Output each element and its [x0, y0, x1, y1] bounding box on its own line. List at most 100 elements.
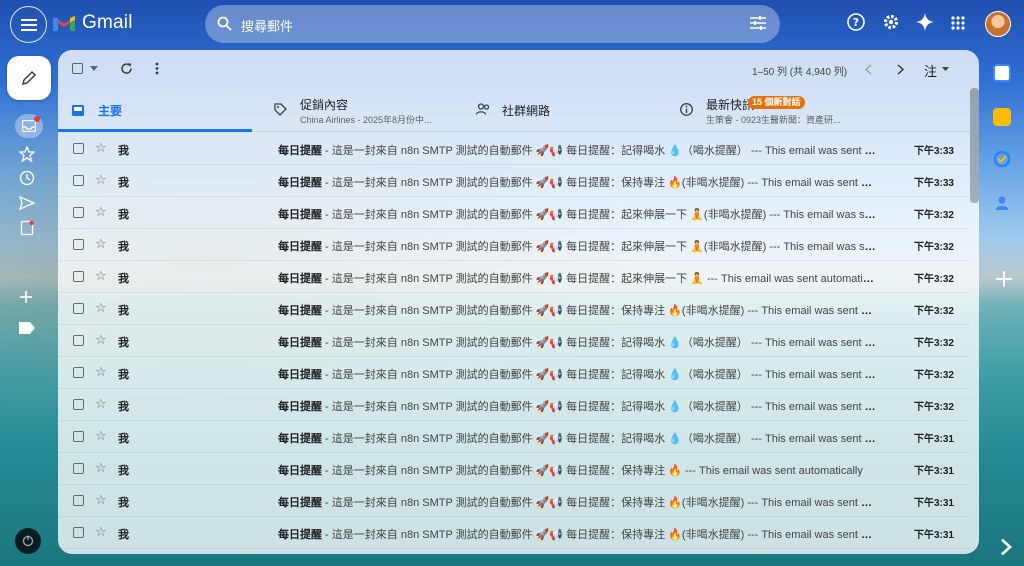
email-row[interactable]: ☆ 我 每日提醒 - 這是一封來自 n8n SMTP 測試的自動郵件 🚀📢 每日提醒… — [58, 293, 970, 325]
star-icon[interactable]: ☆ — [95, 205, 107, 219]
email-sender: 我 — [118, 529, 129, 541]
email-subject: 每日提醒 - 這是一封來自 n8n SMTP 測試的自動郵件 🚀📢 每日提醒：記… — [278, 142, 878, 158]
row-checkbox[interactable] — [73, 143, 84, 154]
select-dropdown-chevron-icon[interactable] — [90, 66, 98, 71]
star-icon[interactable]: ☆ — [95, 269, 107, 283]
email-row[interactable]: ☆ 我 每日提醒 - 這是一封來自 n8n SMTP 測試的自動郵件 🚀📢 每日提醒… — [58, 165, 970, 197]
input-tools-chevron-icon[interactable] — [942, 67, 949, 71]
input-tools-button[interactable]: 注 — [924, 61, 937, 80]
star-icon[interactable]: ☆ — [95, 173, 107, 187]
email-row[interactable]: ☆ 我 每日提醒 - 這是一封來自 n8n SMTP 測試的自動郵件 🚀📢 每日提醒… — [58, 389, 970, 421]
row-checkbox[interactable] — [73, 495, 84, 506]
star-icon[interactable]: ☆ — [95, 397, 107, 411]
email-subject-text: 每日提醒 — [278, 337, 322, 349]
email-row[interactable]: ☆ 我 每日提醒 - 這是一封來自 n8n SMTP 測試的自動郵件 🚀📢 每日提醒… — [58, 485, 970, 517]
compose-button[interactable] — [7, 56, 51, 100]
star-icon[interactable]: ☆ — [95, 237, 107, 251]
list-scrollbar[interactable] — [970, 88, 979, 203]
email-snippet: - 這是一封來自 n8n SMTP 測試的自動郵件 🚀📢 每日提醒：記得喝水 💧… — [322, 337, 878, 349]
tab-primary[interactable]: 主要 — [58, 90, 252, 132]
add-app-plus-icon[interactable] — [995, 270, 1013, 288]
star-icon[interactable]: ☆ — [95, 461, 107, 475]
meet-status-button[interactable] — [15, 528, 41, 554]
prev-page-chevron-icon[interactable] — [865, 64, 872, 75]
info-icon — [680, 103, 693, 116]
main-menu-button[interactable] — [10, 6, 47, 43]
email-subject: 每日提醒 - 這是一封來自 n8n SMTP 測試的自動郵件 🚀📢 每日提醒：保… — [278, 494, 878, 510]
row-checkbox[interactable] — [73, 335, 84, 346]
help-icon[interactable]: ? — [847, 13, 865, 31]
apps-grid-icon[interactable] — [951, 16, 965, 30]
keep-app-icon[interactable] — [993, 108, 1011, 126]
email-subject: 每日提醒 - 這是一封來自 n8n SMTP 測試的自動郵件 🚀📢 每日提醒：保… — [278, 302, 878, 318]
row-checkbox[interactable] — [73, 303, 84, 314]
account-avatar[interactable] — [985, 11, 1011, 37]
email-snippet: - 這是一封來自 n8n SMTP 測試的自動郵件 🚀📢 每日提醒：起來伸展一下… — [325, 209, 878, 221]
email-row[interactable]: ☆ 我 每日提醒 - 這是一封來自 n8n SMTP 測試的自動郵件 🚀📢 每日提醒… — [58, 421, 970, 453]
more-options-icon[interactable] — [155, 62, 159, 75]
email-time: 下午3:32 — [913, 210, 954, 221]
row-checkbox[interactable] — [73, 463, 84, 474]
email-subject-text: 每日提醒 — [278, 273, 322, 285]
email-row[interactable]: ☆ 我 每日提醒 - 這是一封來自 n8n SMTP 測試的自動郵件 🚀📢 每日提醒… — [58, 197, 970, 229]
email-sender: 我 — [118, 305, 129, 317]
people-icon — [476, 103, 490, 115]
next-page-chevron-icon[interactable] — [897, 64, 904, 75]
snoozed-clock-icon[interactable] — [19, 170, 35, 186]
row-checkbox[interactable] — [73, 367, 84, 378]
star-icon[interactable]: ☆ — [95, 429, 107, 443]
email-row[interactable]: ☆ 我 每日提醒 - 這是一封來自 n8n SMTP 測試的自動郵件 🚀📢 每日提醒… — [58, 133, 970, 165]
star-icon[interactable]: ☆ — [95, 525, 107, 539]
email-row[interactable]: ☆ 我 每日提醒 - 這是一封來自 n8n SMTP 測試的自動郵件 🚀📢 每日提醒… — [58, 357, 970, 389]
expand-panel-chevron-icon[interactable] — [997, 538, 1015, 556]
tab-social[interactable]: 社群網路 — [462, 90, 662, 132]
email-subject: 每日提醒 - 這是一封來自 n8n SMTP 測試的自動郵件 🚀📢 每日提醒：記… — [278, 334, 878, 350]
star-icon[interactable]: ☆ — [95, 493, 107, 507]
gmail-logo[interactable]: Gmail — [52, 12, 133, 34]
row-checkbox[interactable] — [73, 271, 84, 282]
row-checkbox[interactable] — [73, 207, 84, 218]
calendar-app-icon[interactable] — [993, 64, 1011, 82]
email-row[interactable]: ☆ 我 每日提醒 - 這是一封來自 n8n SMTP 測試的自動郵件 🚀📢 每日提醒… — [58, 229, 970, 261]
sent-icon[interactable] — [19, 195, 35, 211]
row-checkbox[interactable] — [73, 527, 84, 538]
email-subject: 每日提醒 - 這是一封來自 n8n SMTP 測試的自動郵件 🚀📢 每日提醒：保… — [278, 462, 878, 478]
star-icon[interactable]: ☆ — [95, 333, 107, 347]
email-sender: 我 — [118, 465, 129, 477]
email-snippet: - 這是一封來自 n8n SMTP 測試的自動郵件 🚀📢 每日提醒：保持專注 🔥… — [322, 465, 863, 477]
gemini-sparkle-icon[interactable] — [916, 13, 934, 31]
email-subject-text: 每日提醒 — [278, 177, 322, 189]
more-labels-plus-icon[interactable] — [19, 290, 33, 304]
refresh-icon[interactable] — [120, 62, 133, 75]
row-checkbox[interactable] — [73, 431, 84, 442]
email-row[interactable]: ☆ 我 每日提醒 - 這是一封來自 n8n SMTP 測試的自動郵件 🚀📢 每日提醒… — [58, 261, 970, 293]
search-input[interactable]: 搜尋郵件 — [241, 16, 293, 35]
search-options-icon[interactable] — [750, 16, 766, 30]
star-icon[interactable]: ☆ — [95, 141, 107, 155]
search-bar[interactable]: 搜尋郵件 — [205, 5, 780, 43]
row-checkbox[interactable] — [73, 399, 84, 410]
drafts-icon[interactable] — [19, 220, 35, 236]
search-icon[interactable] — [217, 16, 232, 31]
row-checkbox[interactable] — [73, 239, 84, 250]
tasks-app-icon[interactable] — [993, 150, 1011, 168]
row-checkbox[interactable] — [73, 175, 84, 186]
email-time: 下午3:33 — [913, 146, 954, 157]
tab-updates[interactable]: 最新快訊 15 個新對話 生策會 - 0923生醫新聞：資產研... — [666, 90, 906, 132]
email-row[interactable]: ☆ 我 每日提醒 - 這是一封來自 n8n SMTP 測試的自動郵件 🚀📢 每日提醒… — [58, 453, 970, 485]
email-row[interactable]: ☆ 我 每日提醒 - 這是一封來自 n8n SMTP 測試的自動郵件 🚀📢 每日提醒… — [58, 517, 970, 549]
email-subject-text: 每日提醒 — [278, 465, 322, 477]
select-all-checkbox[interactable] — [72, 63, 83, 74]
label-tag-icon[interactable] — [19, 322, 35, 334]
tab-promotions[interactable]: 促銷內容 China Airlines - 2025年8月份中... — [260, 90, 460, 132]
email-subject-text: 每日提醒 — [278, 369, 322, 381]
starred-icon[interactable] — [19, 146, 35, 162]
settings-gear-icon[interactable] — [882, 13, 900, 31]
star-icon[interactable]: ☆ — [95, 365, 107, 379]
inbox-panel: 1–50 列 (共 4,940 列) 注 主要 促銷內容 China Airli… — [58, 50, 979, 554]
email-row[interactable]: ☆ 我 每日提醒 - 這是一封來自 n8n SMTP 測試的自動郵件 🚀📢 每日提醒… — [58, 325, 970, 357]
email-snippet: - 這是一封來自 n8n SMTP 測試的自動郵件 🚀📢 每日提醒：起來伸展一下… — [322, 273, 878, 285]
star-icon[interactable]: ☆ — [95, 301, 107, 315]
contacts-app-icon[interactable] — [993, 194, 1011, 212]
email-time: 下午3:32 — [913, 370, 954, 381]
